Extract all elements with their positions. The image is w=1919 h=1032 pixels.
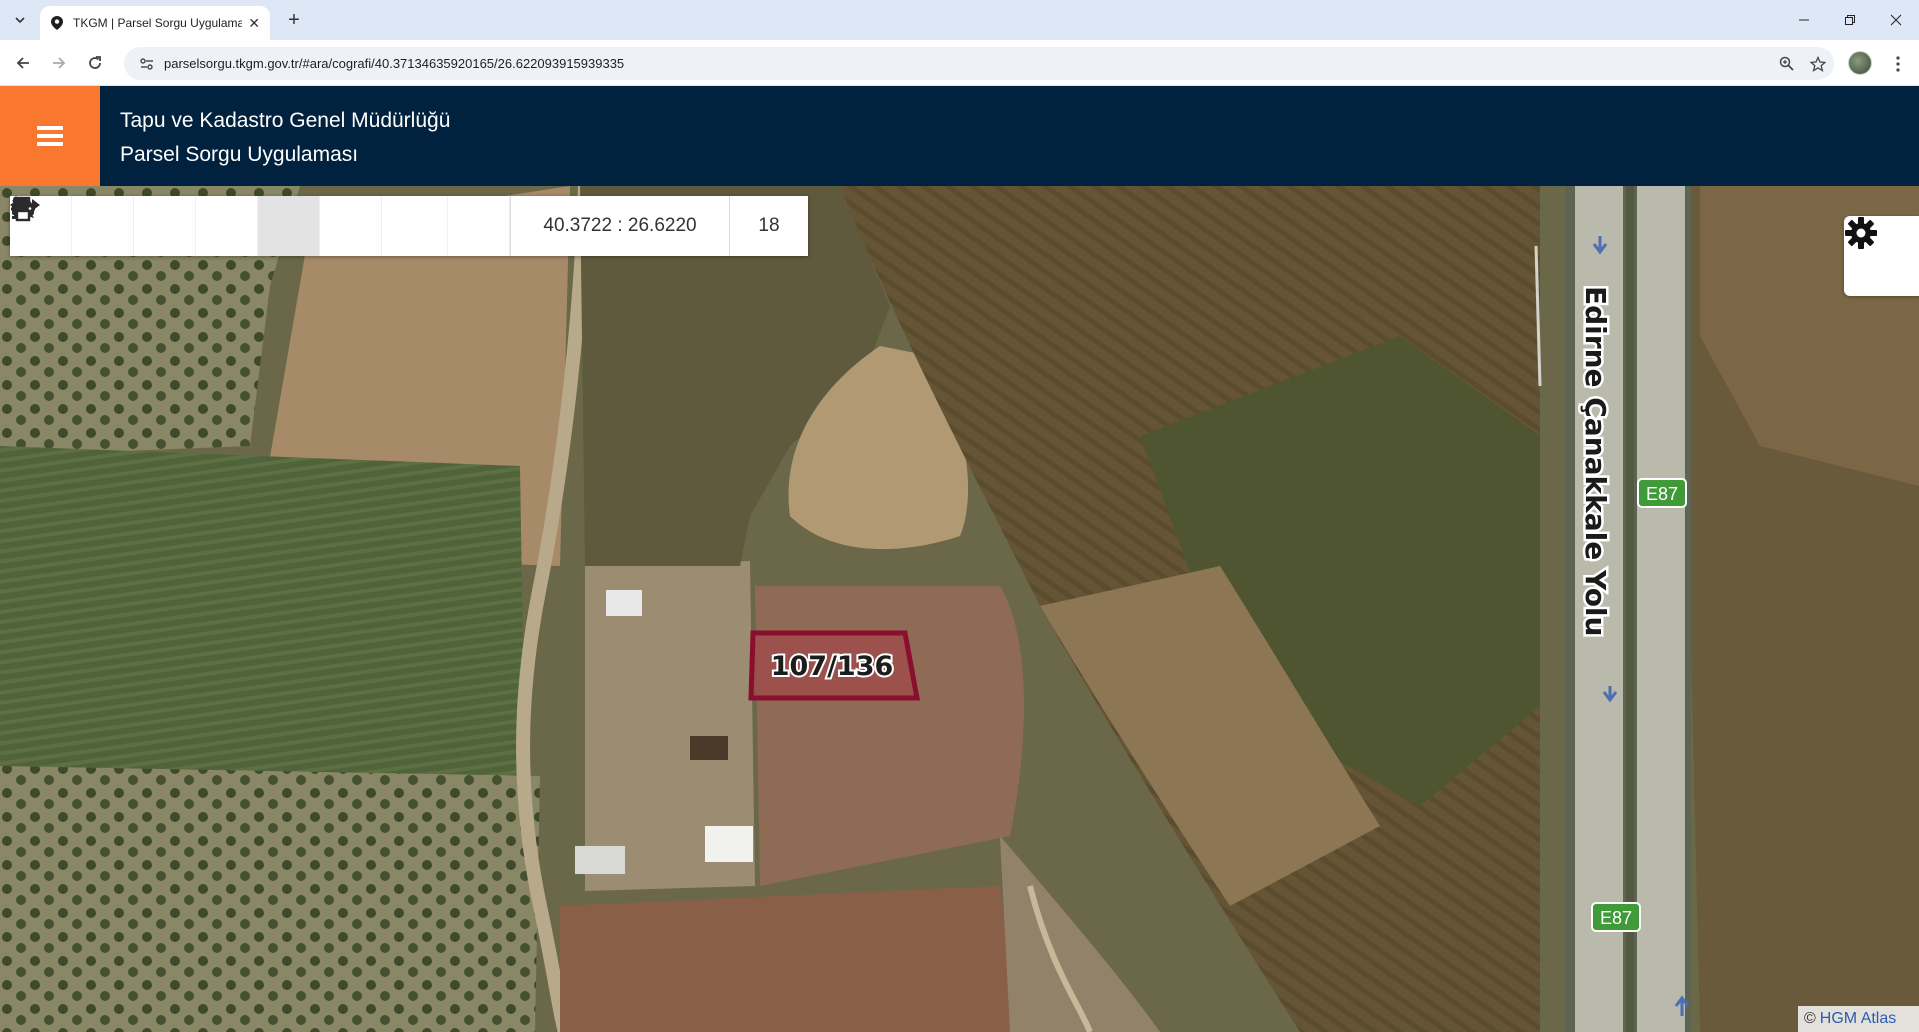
arrow-left-icon (16, 57, 29, 69)
url-text: parselsorgu.tkgm.gov.tr/#ara/cografi/40.… (164, 56, 625, 71)
browser-toolbar: parselsorgu.tkgm.gov.tr/#ara/cografi/40.… (0, 40, 1919, 86)
new-tab-button[interactable]: + (282, 8, 306, 32)
refresh-button[interactable] (12, 196, 196, 256)
tab-search-button[interactable] (8, 8, 32, 32)
zoom-icon[interactable] (1770, 56, 1802, 71)
address-bar[interactable]: parselsorgu.tkgm.gov.tr/#ara/cografi/40.… (124, 47, 1834, 80)
app-title-line1: Tapu ve Kadastro Genel Müdürlüğü (120, 109, 451, 132)
app-title: Tapu ve Kadastro Genel Müdürlüğü Parsel … (120, 104, 450, 172)
browser-tabstrip: TKGM | Parsel Sorgu Uygulama ✕ + (0, 0, 1919, 40)
zoom-out-button[interactable] (12, 196, 134, 256)
locate-button[interactable] (11, 196, 258, 256)
parcel-highlight[interactable]: 107/136 (748, 630, 921, 701)
forward-button[interactable] (46, 50, 72, 76)
browser-tab[interactable]: TKGM | Parsel Sorgu Uygulama ✕ (40, 6, 270, 40)
browser-menu-icon[interactable] (1888, 53, 1908, 75)
gear-icon (1845, 217, 1877, 249)
map-toolbar: 40.3722 : 26.6220 18 (10, 196, 808, 256)
minimize-button[interactable] (1781, 0, 1827, 40)
back-button[interactable] (10, 50, 36, 76)
profile-avatar[interactable] (1848, 51, 1872, 75)
road-name-label: Edirne Çanakkale Yolu (1579, 286, 1612, 636)
zoom-level-display: 18 (758, 215, 780, 236)
road-shield-e87: E87 (1591, 902, 1641, 932)
svg-text:E87: E87 (1600, 908, 1632, 928)
print-button[interactable] (12, 196, 510, 256)
close-window-button[interactable] (1873, 0, 1919, 40)
parcel-label: 107/136 (771, 651, 894, 682)
coordinates-display: 40.3722 : 26.6220 (510, 196, 730, 256)
location-pin-icon (50, 16, 64, 30)
svg-text:E87: E87 (1646, 484, 1678, 504)
road-shield-e87: E87 (1637, 478, 1687, 508)
tab-title: TKGM | Parsel Sorgu Uygulama (73, 16, 243, 30)
favorite-button[interactable] (11, 196, 382, 256)
settings-button[interactable] (1844, 216, 1919, 296)
bookmark-star-icon[interactable] (1802, 55, 1834, 72)
restore-button[interactable] (1827, 0, 1873, 40)
close-icon (1890, 14, 1902, 26)
reload-icon (89, 56, 101, 69)
arrow-right-icon (53, 57, 66, 69)
app-header: Tapu ve Kadastro Genel Müdürlüğü Parsel … (0, 86, 1919, 186)
chevron-down-icon (15, 17, 25, 24)
info-button[interactable] (12, 196, 320, 256)
map-attribution: © HGM Atlas (1798, 1006, 1919, 1032)
attribution-link[interactable]: HGM Atlas (1820, 1010, 1896, 1028)
restore-icon (1845, 15, 1855, 25)
print-icon (12, 196, 34, 222)
hamburger-icon (37, 122, 63, 150)
window-controls (1781, 0, 1919, 40)
site-info-icon[interactable] (132, 57, 162, 71)
copyright-symbol: © (1804, 1010, 1816, 1027)
menu-button[interactable] (0, 86, 100, 186)
measure-button[interactable] (10, 196, 448, 256)
satellite-imagery: Edirne Çanakkale Yolu E87 E87 107/136 (0, 186, 1919, 1032)
map-view[interactable]: Edirne Çanakkale Yolu E87 E87 107/136 40… (0, 186, 1919, 1032)
minimize-icon (1799, 19, 1809, 21)
reload-button[interactable] (82, 50, 108, 76)
tab-close-icon[interactable]: ✕ (248, 15, 260, 32)
app-title-line2: Parsel Sorgu Uygulaması (120, 143, 359, 166)
